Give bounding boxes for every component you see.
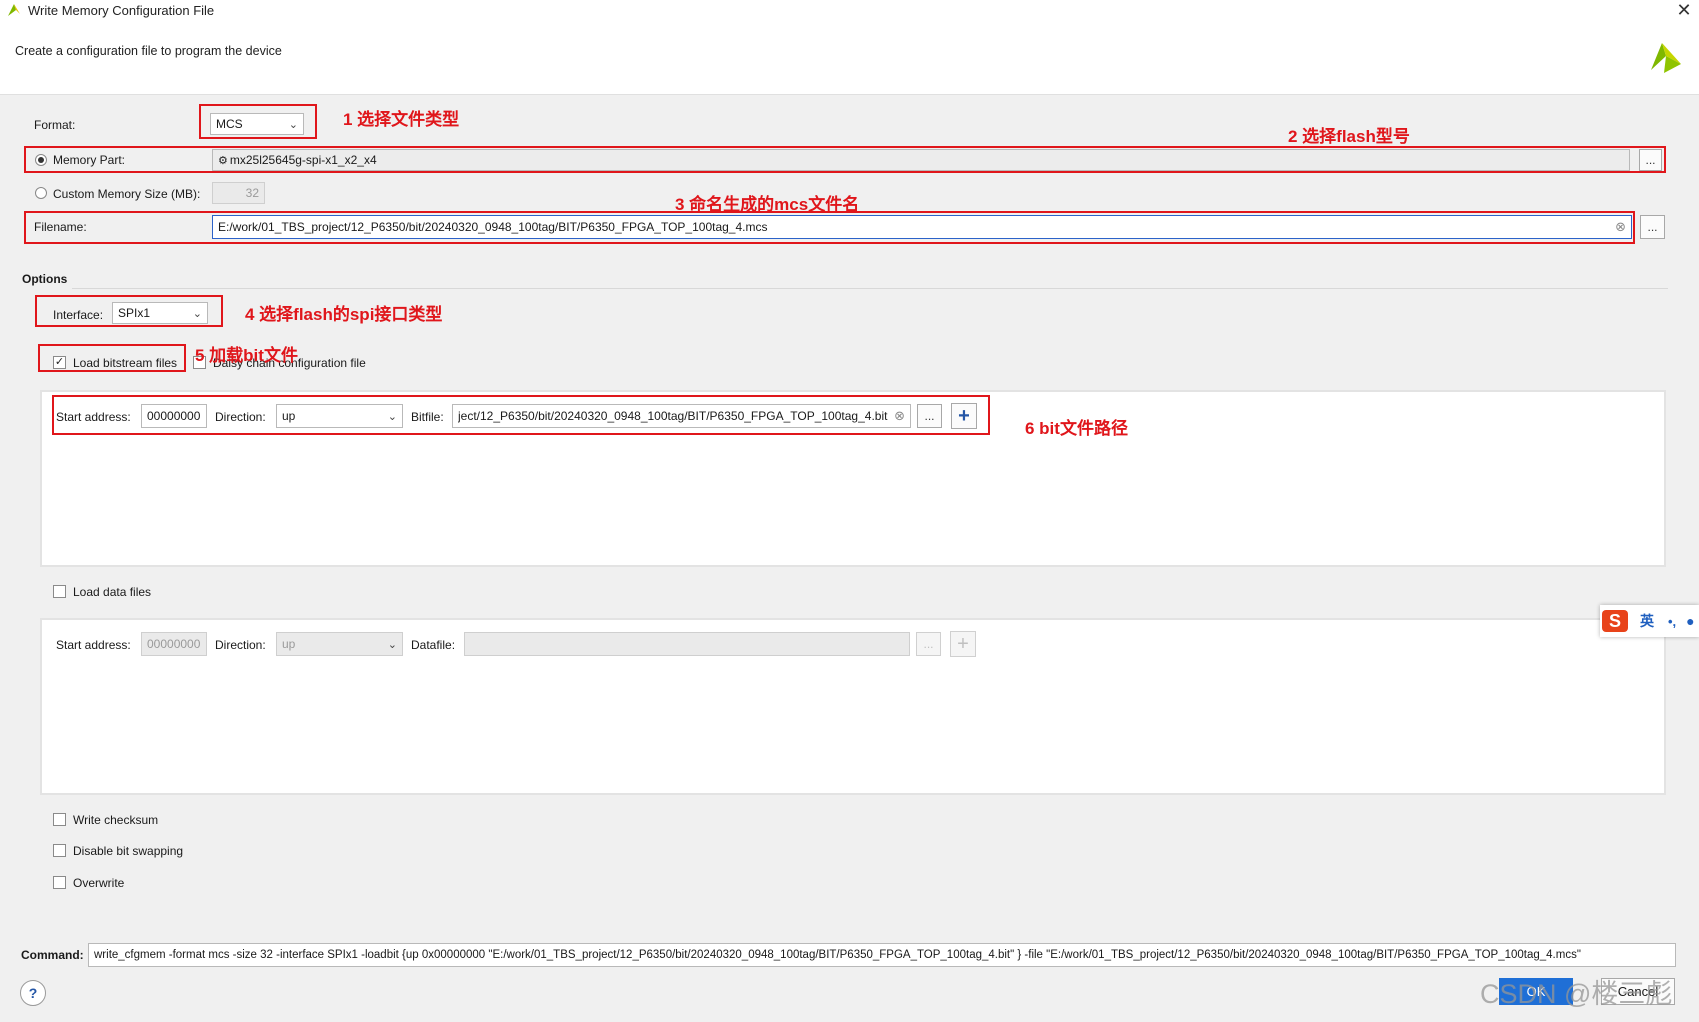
title-bar (0, 0, 1699, 24)
disable-bit-swapping-checkbox[interactable] (53, 844, 66, 857)
filename-browse-button[interactable]: ... (1640, 215, 1665, 239)
data-direction-value: up (282, 637, 296, 651)
data-direction-select[interactable]: up ⌄ (276, 632, 403, 656)
window-title: Write Memory Configuration File (28, 3, 215, 18)
sogou-s-icon: S (1602, 610, 1628, 632)
disable-bit-swapping-label: Disable bit swapping (73, 844, 184, 858)
ime-mode-label[interactable]: 英 (1640, 611, 1654, 631)
annotation-5: 5 加载bit文件 (195, 346, 298, 365)
annotation-1: 1 选择文件类型 (343, 110, 460, 129)
bit-start-address-input[interactable]: 00000000 (141, 404, 207, 428)
bit-start-address-label: Start address: (56, 410, 131, 424)
add-bitfile-button[interactable]: + (951, 403, 977, 429)
filename-label: Filename: (34, 220, 87, 234)
datafile-label: Datafile: (411, 638, 456, 652)
close-button[interactable]: ✕ (1672, 0, 1696, 22)
memory-part-browse-button[interactable]: ... (1639, 149, 1662, 171)
data-start-address-label: Start address: (56, 638, 131, 652)
write-checksum-label: Write checksum (73, 813, 159, 827)
data-start-address-input[interactable]: 00000000 (141, 632, 207, 656)
memory-part-value: mx25l25645g-spi-x1_x2_x4 (229, 153, 377, 167)
options-section-label: Options (22, 272, 68, 286)
microphone-icon[interactable]: ● (1686, 613, 1694, 629)
interface-value: SPIx1 (118, 306, 151, 320)
load-bitstream-label: Load bitstream files (73, 356, 178, 370)
bitfile-value: ject/12_P6350/bit/20240320_0948_100tag/B… (458, 409, 888, 423)
chip-icon: ⚙ (218, 154, 228, 167)
vivado-brand-icon (1651, 43, 1681, 73)
chevron-down-icon: ⌄ (387, 638, 397, 651)
bit-direction-label: Direction: (215, 410, 266, 424)
ime-punct-label[interactable]: •, (1668, 614, 1676, 629)
chevron-down-icon: ⌄ (288, 118, 298, 131)
overwrite-checkbox[interactable] (53, 876, 66, 889)
command-field[interactable]: write_cfgmem -format mcs -size 32 -inter… (88, 943, 1676, 967)
ime-toolbar: S 英 •, ● (1600, 605, 1699, 637)
filename-input[interactable]: E:/work/01_TBS_project/12_P6350/bit/2024… (212, 215, 1632, 239)
overwrite-label: Overwrite (73, 876, 125, 890)
datafile-browse-button[interactable]: ... (916, 632, 941, 656)
annotation-2: 2 选择flash型号 (1288, 127, 1410, 146)
load-data-label: Load data files (73, 585, 152, 599)
load-data-checkbox[interactable] (53, 585, 66, 598)
custom-memory-radio[interactable] (35, 187, 47, 199)
format-select[interactable]: MCS ⌄ (210, 113, 304, 135)
memory-part-label: Memory Part: (53, 153, 126, 167)
filename-value: E:/work/01_TBS_project/12_P6350/bit/2024… (218, 220, 768, 234)
clear-icon[interactable]: ⊗ (894, 408, 905, 424)
data-direction-label: Direction: (215, 638, 266, 652)
header-panel (0, 24, 1699, 95)
help-button[interactable]: ? (20, 980, 46, 1006)
vivado-logo-icon (8, 4, 20, 16)
custom-memory-field[interactable]: 32 (212, 182, 265, 204)
format-label: Format: (34, 118, 76, 132)
annotation-4: 4 选择flash的spi接口类型 (245, 305, 443, 324)
dialog-subtitle: Create a configuration file to program t… (15, 44, 282, 58)
bit-direction-value: up (282, 409, 296, 423)
chevron-down-icon: ⌄ (192, 307, 202, 320)
load-bitstream-checkbox[interactable]: ✓ (53, 356, 66, 369)
command-label: Command: (21, 948, 84, 962)
bit-direction-select[interactable]: up ⌄ (276, 404, 403, 428)
interface-select[interactable]: SPIx1 ⌄ (112, 302, 208, 324)
options-divider (72, 288, 1668, 289)
memory-part-field[interactable]: ⚙ mx25l25645g-spi-x1_x2_x4 (212, 149, 1630, 171)
bitfile-input[interactable]: ject/12_P6350/bit/20240320_0948_100tag/B… (452, 404, 911, 428)
annotation-6: 6 bit文件路径 (1025, 419, 1128, 438)
memory-part-radio[interactable] (35, 154, 47, 166)
format-value: MCS (216, 117, 243, 131)
chevron-down-icon: ⌄ (387, 410, 397, 423)
write-checksum-checkbox[interactable] (53, 813, 66, 826)
csdn-watermark: CSDN @楼三彪 (1480, 979, 1673, 1009)
custom-memory-label: Custom Memory Size (MB): (53, 187, 201, 201)
add-datafile-button[interactable]: + (950, 631, 976, 657)
bitfile-browse-button[interactable]: ... (917, 404, 942, 428)
clear-icon[interactable]: ⊗ (1615, 219, 1626, 235)
bitfile-label: Bitfile: (411, 410, 444, 424)
interface-label: Interface: (53, 308, 104, 322)
datafile-input[interactable] (464, 632, 910, 656)
